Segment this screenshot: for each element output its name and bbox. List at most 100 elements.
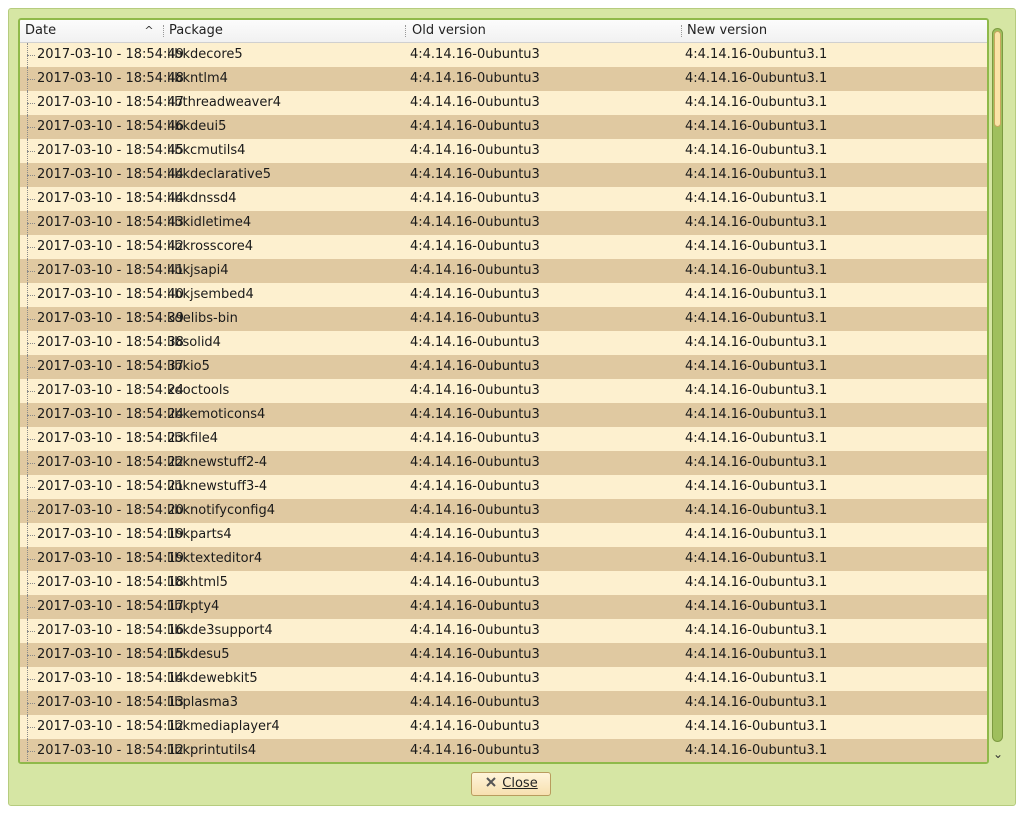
- tree-branch-line: [27, 547, 36, 571]
- cell-new-version: 4:4.14.16-0ubuntu3.1: [685, 119, 828, 134]
- cell-old-version: 4:4.14.16-0ubuntu3: [410, 719, 540, 734]
- table-row[interactable]: 2017-03-10 - 18:54:42 libkrosscore4 4:4.14…: [20, 235, 987, 259]
- header-old-version[interactable]: Old version: [407, 20, 681, 42]
- cell-package: libkfile4: [167, 431, 219, 446]
- tree-branch-line: [27, 115, 36, 139]
- cell-old-version: 4:4.14.16-0ubuntu3: [410, 359, 540, 374]
- tree-branch-line: [27, 403, 36, 427]
- tree-branch-line: [27, 259, 36, 283]
- table-row[interactable]: 2017-03-10 - 18:54:49 libkdecore5 4:4.14.1…: [20, 43, 987, 67]
- vertical-scrollbar[interactable]: ⌄: [990, 28, 1006, 768]
- table-row[interactable]: 2017-03-10 - 18:54:24 libkemoticons4 4:4.1…: [20, 403, 987, 427]
- table-row[interactable]: 2017-03-10 - 18:54:15 libkdesu5 4:4.14.16-…: [20, 643, 987, 667]
- cell-old-version: 4:4.14.16-0ubuntu3: [410, 527, 540, 542]
- table-row[interactable]: 2017-03-10 - 18:54:44 libkdnssd4 4:4.14.16…: [20, 187, 987, 211]
- table-row[interactable]: 2017-03-10 - 18:54:12 libkprintutils4 4:4.…: [20, 739, 987, 762]
- sort-ascending-icon: ^: [144, 24, 154, 37]
- cell-old-version: 4:4.14.16-0ubuntu3: [410, 455, 540, 470]
- cell-old-version: 4:4.14.16-0ubuntu3: [410, 71, 540, 86]
- cell-new-version: 4:4.14.16-0ubuntu3.1: [685, 143, 828, 158]
- cell-date: 2017-03-10 - 18:54:44: [37, 167, 184, 182]
- cell-old-version: 4:4.14.16-0ubuntu3: [410, 287, 540, 302]
- cell-old-version: 4:4.14.16-0ubuntu3: [410, 479, 540, 494]
- cell-date: 2017-03-10 - 18:54:19: [37, 527, 184, 542]
- cell-new-version: 4:4.14.16-0ubuntu3.1: [685, 695, 828, 710]
- history-table[interactable]: Date ^ Package Old version New version 2…: [18, 18, 989, 764]
- cell-date: 2017-03-10 - 18:54:41: [37, 263, 184, 278]
- cell-new-version: 4:4.14.16-0ubuntu3.1: [685, 527, 828, 542]
- cell-new-version: 4:4.14.16-0ubuntu3.1: [685, 743, 828, 758]
- table-row[interactable]: 2017-03-10 - 18:54:14 libkdewebkit5 4:4.14…: [20, 667, 987, 691]
- table-row[interactable]: 2017-03-10 - 18:54:17 libkpty4 4:4.14.16-0…: [20, 595, 987, 619]
- header-new-version[interactable]: New version: [682, 20, 972, 42]
- table-row[interactable]: 2017-03-10 - 18:54:19 libkparts4 4:4.14.16…: [20, 523, 987, 547]
- table-row[interactable]: 2017-03-10 - 18:54:21 libknewstuff3-4 4:4.…: [20, 475, 987, 499]
- cell-date: 2017-03-10 - 18:54:12: [37, 719, 184, 734]
- table-row[interactable]: 2017-03-10 - 18:54:23 libkfile4 4:4.14.16-…: [20, 427, 987, 451]
- table-row[interactable]: 2017-03-10 - 18:54:47 libthreadweaver4 4:4…: [20, 91, 987, 115]
- table-row[interactable]: 2017-03-10 - 18:54:46 libkdeui5 4:4.14.16-…: [20, 115, 987, 139]
- table-row[interactable]: 2017-03-10 - 18:54:41 libkjsapi4 4:4.14.16…: [20, 259, 987, 283]
- cell-package: libkdecore5: [167, 47, 243, 62]
- tree-branch-line: [27, 211, 36, 235]
- cell-old-version: 4:4.14.16-0ubuntu3: [410, 335, 540, 350]
- cell-new-version: 4:4.14.16-0ubuntu3.1: [685, 215, 828, 230]
- cell-old-version: 4:4.14.16-0ubuntu3: [410, 311, 540, 326]
- header-date[interactable]: Date: [20, 20, 162, 42]
- cell-date: 2017-03-10 - 18:54:20: [37, 503, 184, 518]
- table-row[interactable]: 2017-03-10 - 18:54:18 libkhtml5 4:4.14.16-…: [20, 571, 987, 595]
- table-row[interactable]: 2017-03-10 - 18:54:13 libplasma3 4:4.14.16…: [20, 691, 987, 715]
- cell-new-version: 4:4.14.16-0ubuntu3.1: [685, 623, 828, 638]
- table-row[interactable]: 2017-03-10 - 18:54:20 libknotifyconfig4 4:…: [20, 499, 987, 523]
- cell-date: 2017-03-10 - 18:54:12: [37, 743, 184, 758]
- cell-package: libkidletime4: [167, 215, 252, 230]
- tree-branch-line: [27, 331, 36, 355]
- table-row[interactable]: 2017-03-10 - 18:54:38 libsolid4 4:4.14.16-…: [20, 331, 987, 355]
- tree-branch-line: [27, 643, 36, 667]
- table-row[interactable]: 2017-03-10 - 18:54:37 libkio5 4:4.14.16-0u…: [20, 355, 987, 379]
- table-row[interactable]: 2017-03-10 - 18:54:45 libkcmutils4 4:4.14.…: [20, 139, 987, 163]
- cell-old-version: 4:4.14.16-0ubuntu3: [410, 383, 540, 398]
- tree-branch-line: [27, 523, 36, 547]
- cell-date: 2017-03-10 - 18:54:17: [37, 599, 184, 614]
- cell-package: libktexteditor4: [167, 551, 263, 566]
- cell-date: 2017-03-10 - 18:54:43: [37, 215, 184, 230]
- cell-old-version: 4:4.14.16-0ubuntu3: [410, 239, 540, 254]
- cell-package: libkjsapi4: [167, 263, 229, 278]
- scroll-down-icon[interactable]: ⌄: [992, 747, 1004, 761]
- tree-branch-line: [27, 691, 36, 715]
- cell-new-version: 4:4.14.16-0ubuntu3.1: [685, 311, 828, 326]
- table-row[interactable]: 2017-03-10 - 18:54:43 libkidletime4 4:4.14…: [20, 211, 987, 235]
- table-row[interactable]: 2017-03-10 - 18:54:40 libkjsembed4 4:4.14.…: [20, 283, 987, 307]
- cell-old-version: 4:4.14.16-0ubuntu3: [410, 143, 540, 158]
- cell-new-version: 4:4.14.16-0ubuntu3.1: [685, 263, 828, 278]
- table-row[interactable]: 2017-03-10 - 18:54:19 libktexteditor4 4:4.…: [20, 547, 987, 571]
- cell-new-version: 4:4.14.16-0ubuntu3.1: [685, 359, 828, 374]
- table-row[interactable]: 2017-03-10 - 18:54:22 libknewstuff2-4 4:4.…: [20, 451, 987, 475]
- close-button[interactable]: Close: [471, 772, 551, 796]
- cell-old-version: 4:4.14.16-0ubuntu3: [410, 191, 540, 206]
- table-row[interactable]: 2017-03-10 - 18:54:44 libkdeclarative5 4:4…: [20, 163, 987, 187]
- cell-old-version: 4:4.14.16-0ubuntu3: [410, 119, 540, 134]
- cell-new-version: 4:4.14.16-0ubuntu3.1: [685, 575, 828, 590]
- cell-old-version: 4:4.14.16-0ubuntu3: [410, 95, 540, 110]
- scrollbar-thumb[interactable]: [994, 31, 1001, 127]
- cell-date: 2017-03-10 - 18:54:37: [37, 359, 184, 374]
- cell-package: libkdnssd4: [167, 191, 237, 206]
- header-package[interactable]: Package: [164, 20, 406, 42]
- table-row[interactable]: 2017-03-10 - 18:54:12 libkmediaplayer4 4:4…: [20, 715, 987, 739]
- tree-branch-line: [27, 67, 36, 91]
- table-row[interactable]: 2017-03-10 - 18:54:16 libkde3support4 4:4.…: [20, 619, 987, 643]
- cell-new-version: 4:4.14.16-0ubuntu3.1: [685, 239, 828, 254]
- tree-branch-line: [27, 571, 36, 595]
- cell-new-version: 4:4.14.16-0ubuntu3.1: [685, 503, 828, 518]
- table-row[interactable]: 2017-03-10 - 18:54:24 kdoctools 4:4.14.16-…: [20, 379, 987, 403]
- cell-date: 2017-03-10 - 18:54:24: [37, 407, 184, 422]
- close-x-icon: [486, 777, 496, 787]
- table-row[interactable]: 2017-03-10 - 18:54:48 libkntlm4 4:4.14.16-…: [20, 67, 987, 91]
- cell-package: libkemoticons4: [167, 407, 266, 422]
- scrollbar-track[interactable]: [992, 28, 1003, 742]
- cell-old-version: 4:4.14.16-0ubuntu3: [410, 431, 540, 446]
- cell-date: 2017-03-10 - 18:54:46: [37, 119, 184, 134]
- table-row[interactable]: 2017-03-10 - 18:54:39 kdelibs-bin 4:4.14.1…: [20, 307, 987, 331]
